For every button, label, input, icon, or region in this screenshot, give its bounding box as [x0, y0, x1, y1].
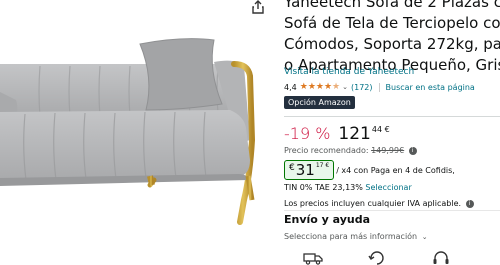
delivery-truck-icon[interactable]	[302, 248, 324, 265]
shipping-subtitle[interactable]: Selecciona para más información ⌄	[284, 232, 428, 241]
product-title-line: Sofá de Tela de Terciopelo con C	[284, 14, 500, 32]
share-icon	[252, 0, 264, 14]
support-headset-icon[interactable]	[430, 248, 452, 265]
rating-count-link[interactable]: (172)	[351, 83, 373, 92]
financing-text: / x4 con Paga en 4 de Cofidis,	[336, 165, 455, 175]
star-icon: ★	[299, 82, 308, 92]
star-icon: ★	[323, 82, 333, 92]
product-title-line: Yaheetech Sofá de 2 Plazas con C	[284, 0, 500, 11]
chevron-down-icon[interactable]: ⌄	[342, 83, 348, 91]
recommended-price-label: Precio recomendado:	[284, 146, 369, 155]
store-link[interactable]: Visita la tienda de Yaheetech	[284, 67, 414, 77]
rating-row: 4,4 ★ ★ ★ ★ ★ ⌄ (172) Buscar en esta pág…	[284, 81, 475, 93]
separator	[378, 82, 380, 92]
amazon-choice-badge: Opción Amazon	[284, 96, 355, 109]
info-icon[interactable]: i	[465, 199, 474, 208]
star-icon: ★	[315, 82, 324, 92]
sofa-illustration	[0, 38, 256, 225]
select-financing-link[interactable]: Seleccionar	[365, 183, 411, 192]
product-title-line: Cómodos, Soporta 272kg, para S	[284, 35, 500, 53]
installment-whole: 31	[295, 161, 315, 179]
chevron-down-icon: ⌄	[421, 233, 428, 241]
divider	[284, 116, 500, 117]
product-image[interactable]	[0, 0, 278, 265]
tax-note-text: Los precios incluyen cualquier IVA aplic…	[284, 199, 462, 208]
shipping-subtitle-text: Selecciona para más información	[284, 232, 418, 241]
shipping-heading: Envío y ayuda	[284, 213, 371, 226]
price-whole: 121	[338, 124, 371, 144]
recommended-price-value: 149,99€	[371, 146, 405, 155]
product-info-panel: Yaheetech Sofá de 2 Plazas con C Sofá de…	[284, 0, 500, 265]
installment-currency: €	[289, 163, 295, 173]
info-icon[interactable]: i	[408, 146, 417, 155]
price-fraction: 44 €	[371, 125, 390, 134]
recommended-price: Precio recomendado: 149,99€ i	[284, 146, 417, 155]
tax-note: Los precios incluyen cualquier IVA aplic…	[284, 199, 474, 208]
share-button[interactable]	[248, 0, 268, 14]
star-rating[interactable]: ★ ★ ★ ★ ★	[300, 82, 340, 92]
returns-icon[interactable]	[366, 248, 388, 265]
price-row: -19 % 121 44 €	[284, 124, 390, 144]
tin-row: TIN 0% TAE 23,13% Seleccionar	[284, 183, 412, 192]
search-page-link[interactable]: Buscar en esta página	[386, 83, 475, 92]
financing-row: € 31 17 € / x4 con Paga en 4 de Cofidis,	[284, 160, 455, 180]
product-title[interactable]: Yaheetech Sofá de 2 Plazas con C Sofá de…	[284, 0, 500, 76]
discount-percent: -19 %	[284, 124, 331, 143]
installment-fraction: 17 €	[315, 162, 330, 169]
star-icon: ★	[307, 82, 316, 92]
divider	[284, 210, 500, 211]
tin-text: TIN 0% TAE 23,13%	[284, 183, 363, 192]
installment-price-box: € 31 17 €	[284, 160, 335, 180]
rating-value: 4,4	[284, 82, 297, 92]
half-star-icon: ★	[332, 82, 341, 92]
shipping-icons	[302, 248, 452, 265]
